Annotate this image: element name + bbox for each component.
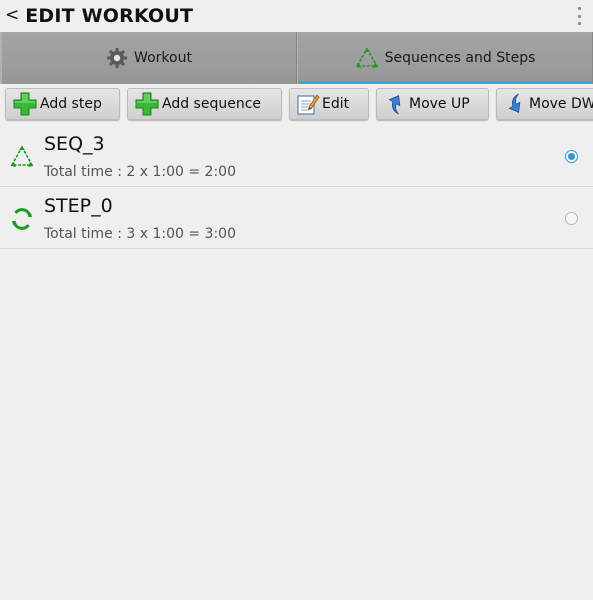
back-chevron-icon: <	[5, 5, 20, 25]
add-step-label: Add step	[40, 96, 102, 112]
tab-sequences-label: Sequences and Steps	[384, 50, 536, 66]
tab-workout[interactable]: Workout	[0, 32, 297, 84]
select-radio[interactable]	[565, 212, 578, 225]
tab-workout-label: Workout	[134, 50, 192, 66]
repeat-icon	[12, 208, 32, 230]
list-item[interactable]: STEP_0 Total time : 3 x 1:00 = 3:00	[0, 187, 593, 249]
plus-icon	[135, 92, 159, 116]
gear-icon	[107, 48, 128, 68]
app-window: < EDIT WORKOUT Workout Sequences and Ste…	[0, 0, 593, 600]
move-down-label: Move DWN	[529, 96, 593, 112]
action-bar: < EDIT WORKOUT	[0, 0, 593, 32]
overflow-menu-icon[interactable]	[575, 7, 583, 25]
move-up-button[interactable]: Move UP	[376, 88, 489, 120]
select-radio[interactable]	[565, 150, 578, 163]
add-sequence-label: Add sequence	[162, 96, 262, 112]
add-step-button[interactable]: Add step	[5, 88, 120, 120]
move-up-label: Move UP	[409, 96, 470, 112]
item-name: STEP_0	[44, 195, 113, 217]
back-button[interactable]: < EDIT WORKOUT	[0, 0, 193, 32]
plus-icon	[13, 92, 37, 116]
toolbar: Add step Add sequence Edit Move UP Move …	[0, 84, 593, 124]
move-down-button[interactable]: Move DWN	[496, 88, 593, 120]
item-total-time: Total time : 3 x 1:00 = 3:00	[44, 226, 236, 242]
edit-icon	[297, 94, 320, 115]
sequence-icon	[10, 145, 34, 167]
add-sequence-button[interactable]: Add sequence	[127, 88, 282, 120]
item-name: SEQ_3	[44, 133, 105, 155]
list-item[interactable]: SEQ_3 Total time : 2 x 1:00 = 2:00	[0, 125, 593, 187]
edit-label: Edit	[322, 96, 350, 112]
steps-list: SEQ_3 Total time : 2 x 1:00 = 2:00 STEP_…	[0, 125, 593, 249]
tab-bar: Workout Sequences and Steps	[0, 32, 593, 84]
tab-sequences-and-steps[interactable]: Sequences and Steps	[297, 32, 593, 84]
item-total-time: Total time : 2 x 1:00 = 2:00	[44, 164, 236, 180]
edit-button[interactable]: Edit	[289, 88, 369, 120]
arrow-up-icon	[388, 95, 401, 115]
recycle-icon	[355, 47, 379, 68]
arrow-down-icon	[508, 93, 521, 113]
page-title: EDIT WORKOUT	[25, 5, 194, 27]
